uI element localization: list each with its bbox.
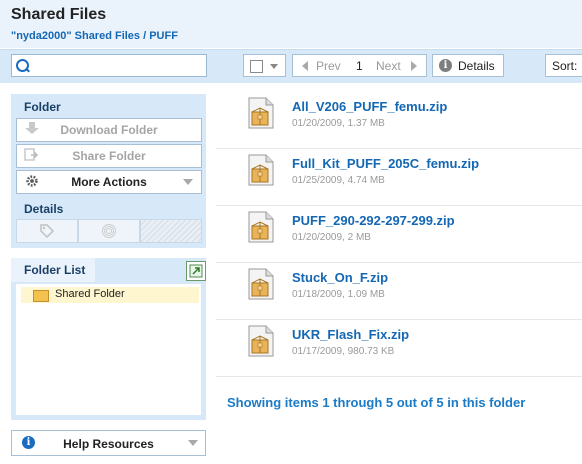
folder-panel: Folder Download Folder Share Folder More… (11, 94, 206, 248)
folder-tree: Shared Folder (16, 284, 201, 415)
fingerprint-icon (102, 224, 116, 238)
folder-icon (33, 290, 49, 302)
chevron-down-icon (188, 440, 198, 446)
zip-file-icon (248, 97, 274, 129)
details-button[interactable]: i Details (432, 54, 504, 77)
page-number: 1 (356, 59, 363, 73)
info-icon: i (439, 59, 452, 72)
popout-button[interactable] (186, 261, 206, 281)
prev-button[interactable]: Prev (316, 59, 341, 73)
select-all-dropdown[interactable] (243, 54, 286, 77)
folder-heading: Folder (24, 100, 61, 114)
breadcrumb[interactable]: "nyda2000" Shared Files / PUFF (11, 30, 178, 42)
file-meta: 01/18/2009, 1.09 MB (292, 289, 385, 300)
status-text: Showing items 1 through 5 out of 5 in th… (227, 395, 526, 410)
sort-button[interactable]: Sort: (545, 54, 582, 77)
file-meta: 01/20/2009, 1.37 MB (292, 118, 385, 129)
tags-button[interactable] (16, 219, 78, 243)
zip-file-icon (248, 268, 274, 300)
file-name-link[interactable]: UKR_Flash_Fix.zip (292, 327, 409, 342)
page-title: Shared Files (11, 6, 107, 23)
chevron-down-icon (270, 64, 278, 69)
folder-list-panel: Folder List Shared Folder (11, 258, 206, 420)
arrow-right-icon[interactable] (411, 61, 417, 71)
file-name-link[interactable]: All_V206_PUFF_femu.zip (292, 99, 447, 114)
zip-file-icon (248, 211, 274, 243)
help-resources-button[interactable]: i Help Resources (11, 430, 206, 456)
file-meta: 01/17/2009, 980.73 KB (292, 346, 395, 357)
file-meta: 01/25/2009, 4.74 MB (292, 175, 385, 186)
arrow-left-icon[interactable] (302, 61, 308, 71)
zip-file-icon (248, 325, 274, 357)
next-button[interactable]: Next (376, 59, 401, 73)
download-folder-button[interactable]: Download Folder (16, 118, 202, 142)
file-row[interactable]: UKR_Flash_Fix.zip 01/17/2009, 980.73 KB (216, 319, 582, 377)
folder-list-tab[interactable]: Folder List (11, 258, 95, 282)
share-folder-button[interactable]: Share Folder (16, 144, 202, 168)
tag-icon (40, 224, 55, 239)
file-row[interactable]: All_V206_PUFF_femu.zip 01/20/2009, 1.37 M… (216, 91, 582, 149)
zip-file-icon (248, 154, 274, 186)
file-row[interactable]: PUFF_290-292-297-299.zip 01/20/2009, 2 MB (216, 205, 582, 263)
details-button-label: Details (458, 59, 495, 73)
fingerprint-button[interactable] (78, 219, 140, 243)
file-row[interactable]: Stuck_On_F.zip 01/18/2009, 1.09 MB (216, 262, 582, 320)
help-resources-label: Help Resources (63, 437, 154, 451)
select-all-checkbox[interactable] (250, 60, 263, 73)
more-actions-button[interactable]: More Actions (16, 170, 202, 194)
file-row[interactable]: Full_Kit_PUFF_205C_femu.zip 01/25/2009, 4… (216, 148, 582, 206)
file-name-link[interactable]: Full_Kit_PUFF_205C_femu.zip (292, 156, 479, 171)
popout-icon (189, 264, 203, 278)
file-meta: 01/20/2009, 2 MB (292, 232, 371, 243)
pagination: Prev 1 Next (292, 54, 427, 77)
file-name-link[interactable]: Stuck_On_F.zip (292, 270, 388, 285)
file-name-link[interactable]: PUFF_290-292-297-299.zip (292, 213, 455, 228)
search-box[interactable] (11, 54, 207, 77)
folder-tree-item[interactable]: Shared Folder (21, 287, 199, 303)
search-input[interactable] (34, 57, 206, 76)
sort-label: Sort: (552, 59, 578, 73)
chevron-down-icon (183, 179, 193, 185)
details-heading: Details (24, 202, 64, 216)
folder-tree-item-label: Shared Folder (55, 288, 125, 300)
properties-button[interactable] (140, 219, 202, 243)
